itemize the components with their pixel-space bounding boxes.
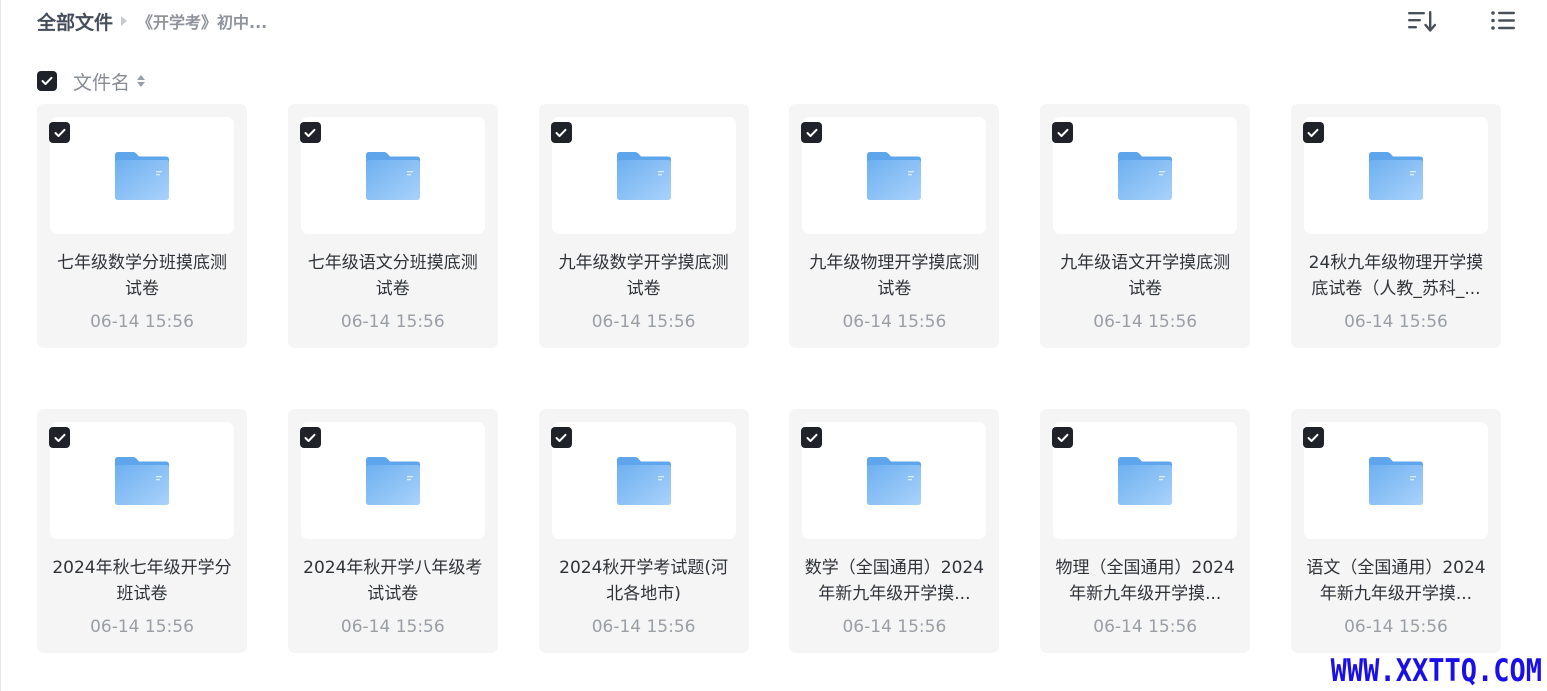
folder-icon [1368,151,1424,201]
file-thumbnail [1053,117,1238,234]
file-name: 2024年秋七年级开学分班试卷 [52,558,232,604]
file-thumbnail [551,117,736,234]
file-date: 06-14 15:56 [340,312,445,332]
file-checkbox[interactable] [1052,122,1074,143]
file-date: 06-14 15:56 [340,617,445,637]
file-date: 06-14 15:56 [842,617,947,637]
file-thumbnail [50,422,234,539]
folder-icon [114,151,170,201]
file-checkbox[interactable] [49,427,70,448]
file-card[interactable]: 24秋九年级物理开学摸底试卷（人教_苏科_... 06-14 15:56 [1290,104,1501,348]
file-date: 06-14 15:56 [1093,617,1198,637]
folder-icon [365,456,421,506]
file-date: 06-14 15:56 [1344,617,1448,637]
breadcrumb: 全部文件 《开学考》初中... [37,8,267,34]
file-date: 06-14 15:56 [90,617,194,637]
file-thumbnail [551,422,736,539]
breadcrumb-current[interactable]: 《开学考》初中... [137,9,267,33]
file-name: 24秋九年级物理开学摸底试卷（人教_苏科_... [1308,253,1484,299]
file-name: 九年级物理开学摸底测试卷 [809,253,980,299]
file-date: 06-14 15:56 [1344,312,1448,332]
file-thumbnail [300,422,485,539]
file-checkbox[interactable] [801,427,823,448]
file-name: 数学（全国通用）2024年新九年级开学摸... [804,558,985,604]
file-thumbnail [50,117,234,234]
file-card[interactable]: 九年级语文开学摸底测试卷 06-14 15:56 [1040,104,1251,348]
file-checkbox[interactable] [1052,427,1074,448]
file-thumbnail [1303,117,1488,234]
file-thumbnail [802,117,987,234]
file-date: 06-14 15:56 [591,617,696,637]
breadcrumb-separator-icon [121,16,128,26]
file-name: 语文（全国通用）2024年新九年级开学摸... [1306,558,1486,604]
file-checkbox[interactable] [801,122,823,143]
sort-label: 文件名 [73,71,131,94]
file-checkbox[interactable] [49,122,70,143]
folder-icon [616,151,672,201]
file-card[interactable]: 七年级语文分班摸底测试卷 06-14 15:56 [287,104,498,348]
file-date: 06-14 15:56 [90,312,194,332]
file-card[interactable]: 九年级数学开学摸底测试卷 06-14 15:56 [538,104,749,348]
folder-icon [365,151,421,201]
folder-icon [1368,456,1424,506]
file-card[interactable]: 九年级物理开学摸底测试卷 06-14 15:56 [789,104,1000,348]
file-checkbox[interactable] [550,427,572,448]
file-name: 2024秋开学考试题(河北各地市) [559,558,729,604]
watermark: WWW.XXTTQ.COM [1330,653,1542,689]
file-name: 七年级数学分班摸底测试卷 [57,253,227,299]
file-name: 2024年秋开学八年级考试试卷 [303,558,483,604]
file-thumbnail [1303,422,1488,539]
sort-toggle-icon [137,75,146,87]
file-card[interactable]: 2024年秋七年级开学分班试卷 06-14 15:56 [37,409,247,653]
file-card[interactable]: 物理（全国通用）2024年新九年级开学摸... 06-14 15:56 [1040,409,1251,653]
file-date: 06-14 15:56 [842,312,947,332]
file-card[interactable]: 语文（全国通用）2024年新九年级开学摸... 06-14 15:56 [1290,409,1501,653]
file-checkbox[interactable] [550,122,572,143]
list-view-icon[interactable] [1489,8,1517,34]
list-header: 文件名 [37,68,146,95]
file-name: 九年级数学开学摸底测试卷 [558,253,729,299]
sort-descending-icon[interactable] [1406,8,1436,34]
file-date: 06-14 15:56 [591,312,696,332]
select-all-checkbox[interactable] [37,71,57,91]
file-checkbox[interactable] [299,122,321,143]
file-name: 九年级语文开学摸底测试卷 [1060,253,1231,299]
file-thumbnail [802,422,987,539]
file-card[interactable]: 2024年秋开学八年级考试试卷 06-14 15:56 [287,409,498,653]
file-card[interactable]: 数学（全国通用）2024年新九年级开学摸... 06-14 15:56 [789,409,1000,653]
folder-icon [616,456,672,506]
file-card[interactable]: 七年级数学分班摸底测试卷 06-14 15:56 [37,104,247,348]
file-checkbox[interactable] [299,427,321,448]
folder-icon [1117,151,1173,201]
folder-icon [866,456,922,506]
folder-icon [866,151,922,201]
folder-icon [114,456,170,506]
file-checkbox[interactable] [1302,122,1324,143]
file-name: 物理（全国通用）2024年新九年级开学摸... [1055,558,1235,604]
file-thumbnail [300,117,485,234]
file-date: 06-14 15:56 [1093,312,1198,332]
left-border [0,0,1,691]
file-name: 七年级语文分班摸底测试卷 [307,253,478,299]
folder-icon [1117,456,1173,506]
breadcrumb-root[interactable]: 全部文件 [37,8,113,35]
file-grid: 七年级数学分班摸底测试卷 06-14 15:56 七年级语文分班摸底测试卷 06… [37,104,1501,653]
file-card[interactable]: 2024秋开学考试题(河北各地市) 06-14 15:56 [538,409,749,653]
sort-by-name-button[interactable]: 文件名 [73,68,146,95]
file-thumbnail [1053,422,1238,539]
file-checkbox[interactable] [1302,427,1324,448]
